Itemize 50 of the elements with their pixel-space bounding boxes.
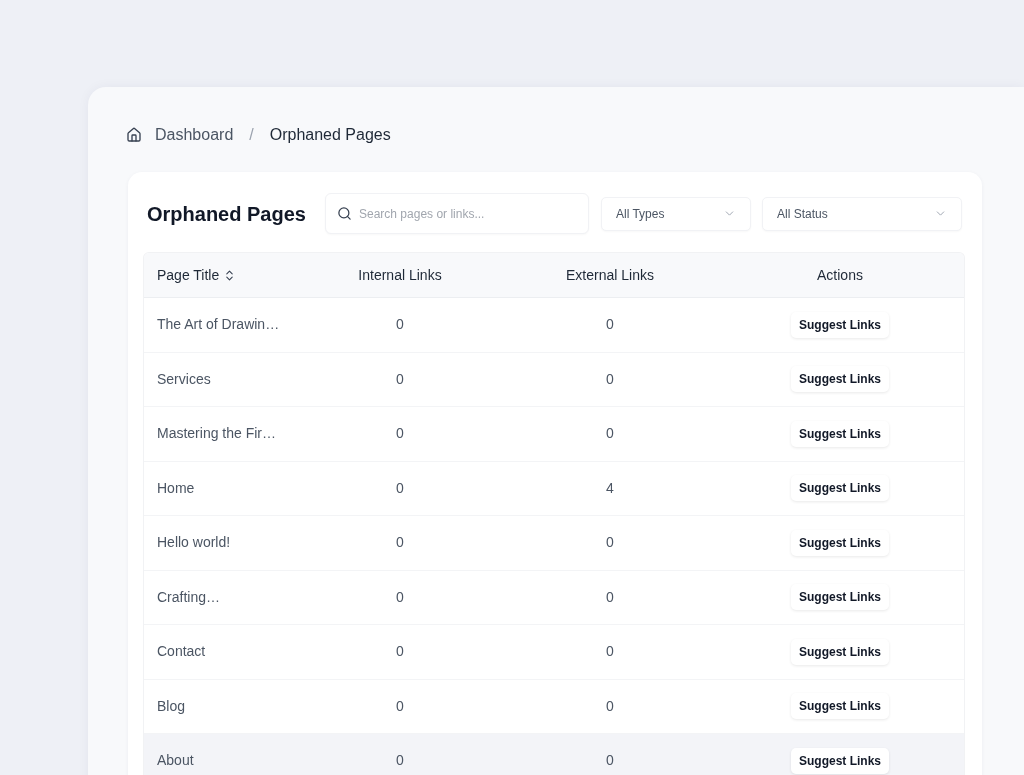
- suggest-links-button[interactable]: Suggest Links: [791, 475, 889, 502]
- external-links-cell-text: 0: [606, 751, 614, 771]
- external-links-cell-text: 0: [606, 369, 614, 389]
- internal-links-cell-text: 0: [396, 751, 404, 771]
- external-links-cell-text: 0: [606, 424, 614, 444]
- filter-dropdown[interactable]: All Status: [762, 196, 962, 231]
- column-header[interactable]: Page Title: [157, 264, 220, 286]
- breadcrumb-current: Orphaned Pages: [269, 125, 391, 145]
- page-title-cell-text: Contact: [157, 642, 206, 662]
- suggest-links-button[interactable]: Suggest Links: [791, 693, 889, 720]
- suggest-links-button[interactable]: Suggest Links: [791, 420, 889, 447]
- external-links-cell-text: 0: [606, 315, 614, 335]
- column-header: Actions: [817, 265, 863, 285]
- column-header: Internal Links: [358, 265, 442, 285]
- page-title-cell-text: Hello world!: [157, 533, 231, 553]
- internal-links-cell-text: 0: [396, 478, 404, 498]
- column-header: External Links: [566, 265, 654, 285]
- page-title-cell-text: Mastering the Fir…: [157, 424, 277, 444]
- external-links-cell-text: 4: [606, 478, 614, 498]
- external-links-cell-text: 0: [606, 696, 614, 716]
- filter-dropdown[interactable]: All Types: [601, 196, 751, 231]
- internal-links-cell-text: 0: [396, 315, 404, 335]
- home-icon[interactable]: [126, 127, 142, 143]
- table-row[interactable]: About 0 0 Suggest Links: [144, 734, 964, 775]
- external-links-cell-text: 0: [606, 642, 614, 662]
- page-title-cell-text: The Art of Drawin…: [157, 315, 280, 335]
- internal-links-cell-text: 0: [396, 369, 404, 389]
- page-title-cell-text: Crafting…: [157, 587, 221, 607]
- internal-links-cell-text: 0: [396, 424, 404, 444]
- card-title: Orphaned Pages: [146, 201, 307, 227]
- internal-links-cell-text: 0: [396, 587, 404, 607]
- page-title-cell-text: Services: [157, 369, 211, 389]
- breadcrumb-separator: /: [249, 125, 254, 145]
- internal-links-cell-text: 0: [396, 533, 404, 553]
- internal-links-cell-text: 0: [396, 696, 404, 716]
- suggest-links-button[interactable]: Suggest Links: [791, 584, 889, 611]
- external-links-cell-text: 0: [606, 533, 614, 553]
- internal-links-cell-text: 0: [396, 642, 404, 662]
- suggest-links-button[interactable]: Suggest Links: [791, 366, 889, 393]
- suggest-links-button[interactable]: Suggest Links: [791, 311, 889, 338]
- page-title-cell-text: Blog: [157, 696, 186, 716]
- search-field[interactable]: Search pages or links...: [325, 193, 589, 234]
- suggest-links-button[interactable]: Suggest Links: [791, 638, 889, 665]
- search-icon: [337, 206, 352, 221]
- external-links-cell-text: 0: [606, 587, 614, 607]
- suggest-links-button[interactable]: Suggest Links: [791, 747, 889, 774]
- page-title-cell-text: About: [157, 751, 194, 771]
- suggest-links-button[interactable]: Suggest Links: [791, 529, 889, 556]
- breadcrumb-link[interactable]: Dashboard: [155, 123, 234, 147]
- page-title-cell-text: Home: [157, 478, 195, 498]
